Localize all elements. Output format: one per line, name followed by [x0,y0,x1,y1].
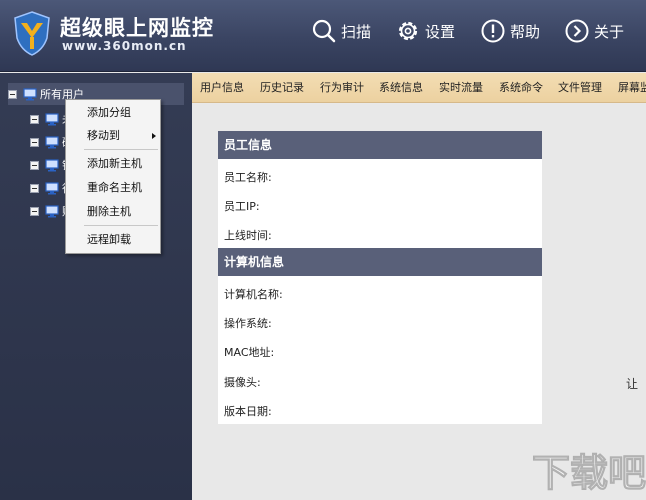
watermark-text: 下载吧 [532,451,646,495]
info-card: 员工信息 员工名称: 员工IP: 上线时间: 计算机信息 计算机名称: 操作系统… [218,131,542,424]
collapse-icon[interactable] [30,114,39,124]
help-icon [481,19,505,43]
menu-separator [84,149,158,150]
menu-add-group[interactable]: 添加分组 [66,103,160,123]
side-hint-text: 让 [626,377,639,391]
collapse-icon[interactable] [30,137,39,147]
employee-section-title: 员工信息 [218,131,542,159]
nav-scan-button[interactable]: 扫描 [311,18,371,44]
nav-scan-label: 扫描 [341,22,372,41]
field-mac-address: MAC地址: [224,346,275,359]
tab-realtime-traffic[interactable]: 实时流量 [439,73,483,102]
context-menu: 添加分组 移动到 添加新主机 重命名主机 删除主机 远程卸载 [65,99,161,254]
content-area: 员工信息 员工名称: 员工IP: 上线时间: 计算机信息 计算机名称: 操作系统… [192,104,646,500]
computer-icon [45,181,59,194]
app-title: 超级眼上网监控 [60,16,214,40]
shield-logo-icon [14,11,50,56]
submenu-arrow-icon [152,133,156,139]
menu-move-to-label: 移动到 [87,129,120,142]
collapse-icon[interactable] [8,89,17,99]
field-employee-ip: 员工IP: [224,200,260,213]
field-camera: 摄像头: [224,376,261,389]
computer-icon [45,112,59,125]
nav-settings-label: 设置 [425,22,456,41]
field-computer-name: 计算机名称: [224,288,283,301]
computer-icon [45,204,59,217]
tab-behavior-audit[interactable]: 行为审计 [320,73,364,102]
computer-icon [45,158,59,171]
menu-remote-uninstall[interactable]: 远程卸载 [66,230,160,250]
nav-help-button[interactable]: 帮助 [480,18,540,44]
chevron-right-circle-icon [565,19,589,43]
menu-delete-host[interactable]: 删除主机 [66,202,160,222]
collapse-icon[interactable] [30,160,39,170]
computer-section-title: 计算机信息 [218,248,542,276]
computer-icon [45,135,59,148]
nav-help-label: 帮助 [510,22,541,41]
field-online-time: 上线时间: [224,229,272,242]
menu-add-host[interactable]: 添加新主机 [66,154,160,174]
nav-about-button[interactable]: 关于 [564,18,624,44]
nav-settings-button[interactable]: 设置 [395,18,455,44]
gear-icon [398,21,418,41]
collapse-icon[interactable] [30,206,39,216]
tab-history[interactable]: 历史记录 [260,73,304,102]
tab-system-info[interactable]: 系统信息 [379,73,423,102]
field-employee-name: 员工名称: [224,171,272,184]
menu-move-to[interactable]: 移动到 [66,126,160,146]
collapse-icon[interactable] [30,183,39,193]
nav-about-label: 关于 [594,22,625,41]
tab-bar: 用户信息 历史记录 行为审计 系统信息 实时流量 系统命令 文件管理 屏幕监 [192,73,646,103]
menu-separator [84,225,158,226]
tab-user-info[interactable]: 用户信息 [200,73,244,102]
menu-rename-host[interactable]: 重命名主机 [66,178,160,198]
search-icon [312,19,336,43]
app-header: 超级眼上网监控 www.360mon.cn 扫描 设置 帮助 关于 [0,0,646,72]
tab-system-command[interactable]: 系统命令 [499,73,543,102]
computer-icon [23,87,37,100]
watermark-logo: 下载吧 [532,451,646,496]
tab-file-manager[interactable]: 文件管理 [558,73,602,102]
tab-screen-monitor[interactable]: 屏幕监 [618,73,646,102]
app-url: www.360mon.cn [62,39,187,53]
field-version-date: 版本日期: [224,405,272,418]
field-os: 操作系统: [224,317,272,330]
